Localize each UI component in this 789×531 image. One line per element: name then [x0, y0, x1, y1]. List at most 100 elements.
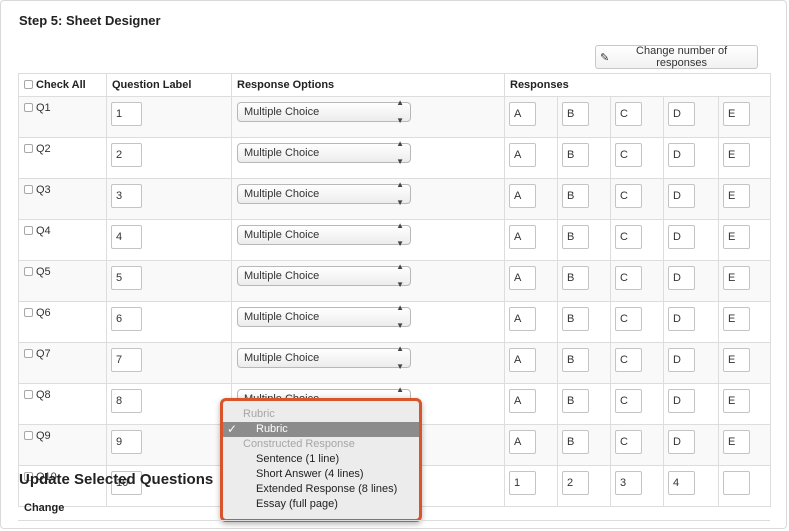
response-input[interactable]: E — [723, 184, 750, 208]
response-input[interactable]: A — [509, 266, 536, 290]
response-input[interactable]: E — [723, 143, 750, 167]
response-input[interactable]: C — [615, 102, 642, 126]
question-checkbox[interactable] — [24, 184, 33, 194]
response-option-select[interactable]: Multiple Choice ▲▼ — [237, 180, 411, 207]
question-checkbox[interactable] — [24, 348, 33, 358]
question-label-input[interactable]: 1 — [111, 102, 142, 126]
response-input[interactable]: B — [562, 225, 589, 249]
change-number-of-responses-button[interactable]: ✎ Change number of responses — [595, 45, 758, 69]
response-input[interactable]: E — [723, 430, 750, 454]
table-row: Q5 5 Multiple Choice ▲ ▼ A B C D E — [18, 260, 772, 302]
response-input[interactable]: C — [615, 225, 642, 249]
question-label-input[interactable]: 2 — [111, 143, 142, 167]
response-input[interactable]: E — [723, 307, 750, 331]
response-input[interactable]: C — [615, 143, 642, 167]
response-input[interactable]: B — [562, 266, 589, 290]
dropdown-item-label: Constructed Response — [243, 438, 355, 450]
table-row: Q3 3 Multiple Choice ▲ ▼ A B C D E — [18, 178, 772, 220]
response-input[interactable]: C — [615, 184, 642, 208]
question-checkbox[interactable] — [24, 430, 33, 440]
select-arrows-icon: ▲▼ — [396, 262, 404, 289]
select-arrows-icon: ▲▼ — [396, 344, 404, 371]
dropdown-option[interactable]: ✓ Rubric — [223, 422, 419, 437]
response-input[interactable]: A — [509, 430, 536, 454]
question-checkbox[interactable] — [24, 389, 33, 399]
response-cell: 4 — [663, 465, 719, 507]
response-input[interactable]: D — [668, 389, 695, 413]
response-input[interactable]: C — [615, 266, 642, 290]
response-input[interactable] — [723, 471, 750, 495]
response-option-value: Multiple Choice — [244, 147, 320, 159]
question-id: Q4 — [36, 225, 51, 238]
question-checkbox[interactable] — [24, 102, 33, 112]
response-input[interactable]: B — [562, 102, 589, 126]
response-input[interactable]: D — [668, 143, 695, 167]
response-option-select[interactable]: Multiple Choice ▲▼ — [237, 98, 411, 125]
response-input[interactable]: B — [562, 348, 589, 372]
question-checkbox[interactable] — [24, 225, 33, 235]
response-input[interactable]: E — [723, 266, 750, 290]
response-input[interactable]: C — [615, 348, 642, 372]
dropdown-option[interactable]: Essay (full page) — [223, 497, 419, 512]
response-input[interactable]: E — [723, 348, 750, 372]
question-id: Q2 — [36, 143, 51, 156]
response-input[interactable]: 1 — [509, 471, 536, 495]
response-input[interactable]: D — [668, 184, 695, 208]
dropdown-option[interactable]: Sentence (1 line) — [223, 452, 419, 467]
response-option-select[interactable]: Multiple Choice ▲▼ — [237, 221, 411, 248]
response-input[interactable]: D — [668, 266, 695, 290]
response-input[interactable]: A — [509, 184, 536, 208]
response-option-select[interactable]: Multiple Choice ▲▼ — [237, 303, 411, 330]
response-input[interactable]: C — [615, 307, 642, 331]
question-label-input[interactable]: 4 — [111, 225, 142, 249]
question-checkbox[interactable] — [24, 266, 33, 276]
response-input[interactable]: D — [668, 348, 695, 372]
question-cell: Q5 — [18, 260, 107, 302]
response-cell: E — [717, 260, 772, 302]
response-input[interactable]: B — [562, 307, 589, 331]
response-input[interactable]: B — [562, 184, 589, 208]
question-label-input[interactable]: 3 — [111, 184, 142, 208]
response-option-select[interactable]: Multiple Choice ▲▼ — [237, 262, 411, 289]
response-option-cell: Multiple Choice ▲▼ — [231, 260, 505, 302]
question-label-input[interactable]: 6 — [111, 307, 142, 331]
question-label-input[interactable]: 8 — [111, 389, 142, 413]
question-label-input[interactable]: 7 — [111, 348, 142, 372]
question-checkbox[interactable] — [24, 307, 33, 317]
response-input[interactable]: D — [668, 307, 695, 331]
dropdown-option[interactable]: Extended Response (8 lines) — [223, 482, 419, 497]
response-input[interactable]: A — [509, 348, 536, 372]
response-options-dropdown-menu[interactable]: Rubric ✓ Rubric Constructed Response Sentenc… — [220, 398, 422, 522]
response-input[interactable]: 4 — [668, 471, 695, 495]
response-cell: C — [610, 96, 664, 138]
response-input[interactable]: C — [615, 389, 642, 413]
response-input[interactable]: B — [562, 389, 589, 413]
response-input[interactable]: D — [668, 225, 695, 249]
response-input[interactable]: E — [723, 102, 750, 126]
pencil-icon: ✎ — [600, 51, 610, 64]
dropdown-option[interactable]: Short Answer (4 lines) — [223, 467, 419, 482]
response-input[interactable]: D — [668, 102, 695, 126]
response-input[interactable]: E — [723, 389, 750, 413]
response-option-value: Multiple Choice — [244, 106, 320, 118]
select-arrows-icon: ▲▼ — [396, 303, 404, 330]
response-input[interactable]: B — [562, 430, 589, 454]
response-option-select[interactable]: Multiple Choice ▲▼ — [237, 139, 411, 166]
response-input[interactable]: E — [723, 225, 750, 249]
check-all-checkbox[interactable] — [24, 79, 33, 89]
response-input[interactable]: A — [509, 102, 536, 126]
response-option-select[interactable]: Multiple Choice ▲▼ — [237, 344, 411, 371]
response-input[interactable]: 3 — [615, 471, 642, 495]
response-input[interactable]: A — [509, 307, 536, 331]
question-label-input[interactable]: 9 — [111, 430, 142, 454]
response-input[interactable]: D — [668, 430, 695, 454]
response-input[interactable]: 2 — [562, 471, 589, 495]
response-input[interactable]: A — [509, 389, 536, 413]
response-input[interactable]: C — [615, 430, 642, 454]
response-input[interactable]: B — [562, 143, 589, 167]
question-checkbox[interactable] — [24, 143, 33, 153]
question-label-cell: 1 — [106, 96, 232, 138]
question-label-input[interactable]: 5 — [111, 266, 142, 290]
response-input[interactable]: A — [509, 143, 536, 167]
response-input[interactable]: A — [509, 225, 536, 249]
